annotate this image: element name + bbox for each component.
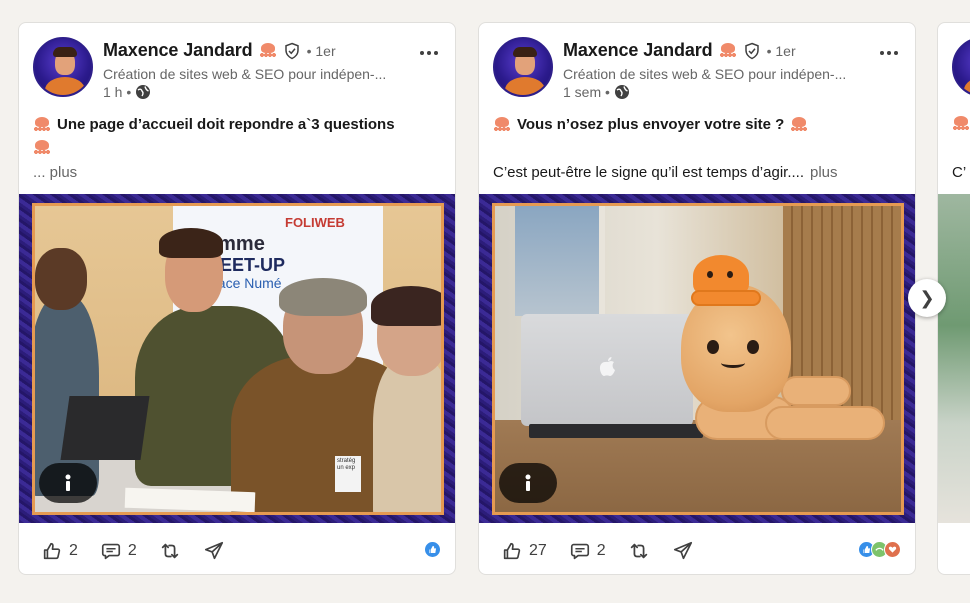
shield-check-icon	[284, 42, 299, 59]
like-reaction-icon	[424, 541, 441, 558]
octopus-emoji-icon	[33, 116, 51, 133]
globe-icon	[136, 85, 151, 99]
author-name[interactable]: Maxence Jandard	[103, 40, 253, 61]
post-text-line: C’est peut-être le signe qu’il est temps…	[493, 164, 804, 181]
carousel-next-button[interactable]: ❯	[908, 279, 946, 317]
author-name[interactable]: Maxence Jandard	[563, 40, 713, 61]
author-avatar[interactable]	[493, 37, 553, 97]
octopus-emoji-icon	[952, 116, 970, 132]
person	[373, 356, 441, 512]
social-actions: 27 2	[479, 536, 915, 566]
image-frame: gramme MEET-UP space Numé FOLIWEB straté…	[32, 203, 444, 515]
send-icon	[673, 541, 692, 560]
repost-icon	[161, 543, 179, 559]
octopus-emoji-icon	[790, 116, 808, 133]
post-text-line: Une page d’accueil doit repondre a`3 que…	[57, 116, 395, 133]
see-more-link[interactable]: plus	[810, 164, 838, 181]
info-button[interactable]	[39, 463, 97, 503]
author-headline: Création de sites web & SEO pour indépen…	[103, 66, 387, 82]
comment-icon	[101, 543, 120, 560]
reaction-summary[interactable]	[424, 541, 441, 558]
post-image[interactable]	[938, 194, 970, 523]
more-options-button[interactable]	[877, 43, 901, 63]
like-button[interactable]: 2	[41, 540, 78, 562]
octopus-emoji-icon	[493, 116, 511, 133]
shield-check-icon	[744, 42, 759, 59]
comment-icon	[570, 543, 589, 560]
author-avatar[interactable]	[952, 37, 970, 97]
social-actions: 2 2	[19, 536, 455, 566]
post-image[interactable]: gramme MEET-UP space Numé FOLIWEB straté…	[19, 194, 455, 523]
repost-button[interactable]	[159, 540, 181, 562]
post-text: C’est peut-être le signe qu’il est temps…	[493, 164, 838, 181]
post-time: 1 sem •	[563, 84, 610, 100]
like-button[interactable]: 27	[501, 540, 547, 562]
info-icon	[525, 474, 531, 491]
info-button[interactable]	[499, 463, 557, 503]
connection-degree: • 1er	[766, 42, 796, 59]
badge: stratég un exp	[335, 456, 361, 492]
octopus-emoji-icon	[33, 140, 51, 156]
post-text: Une page d’accueil doit repondre a`3 que…	[33, 116, 395, 133]
post-text-line: Vous n’osez plus envoyer votre site ?	[517, 116, 785, 133]
author-headline: Création de sites web & SEO pour indépen…	[563, 66, 847, 82]
send-icon	[204, 541, 223, 560]
octopus-emoji-icon	[259, 42, 277, 59]
love-reaction-icon	[884, 541, 901, 558]
like-count: 27	[529, 542, 547, 559]
octopus-emoji-icon	[719, 42, 737, 59]
laptop	[60, 396, 150, 460]
chevron-right-icon: ❯	[919, 287, 935, 309]
reaction-summary[interactable]	[858, 541, 901, 558]
post-text	[33, 140, 51, 156]
comment-button[interactable]: 2	[569, 540, 606, 562]
repost-icon	[630, 543, 647, 559]
connection-degree: • 1er	[306, 42, 336, 59]
author-avatar[interactable]	[33, 37, 93, 97]
info-icon	[65, 474, 71, 491]
more-options-button[interactable]	[417, 43, 441, 63]
image-frame	[492, 203, 904, 515]
post-text: C’	[952, 164, 966, 181]
window	[515, 206, 605, 316]
post-time: 1 h •	[103, 84, 132, 100]
post-text-line: C’	[952, 164, 967, 181]
post-text	[952, 116, 970, 132]
post-meta: 1 sem •	[563, 84, 630, 100]
see-more-link[interactable]: ... plus	[33, 164, 77, 181]
comment-count: 2	[596, 542, 606, 559]
post-meta: 1 h •	[103, 84, 151, 100]
thumbs-up-icon	[43, 542, 61, 560]
globe-icon	[614, 85, 629, 99]
post-text: ... plus	[33, 164, 77, 181]
comment-button[interactable]: 2	[100, 540, 137, 562]
like-count: 2	[69, 542, 78, 559]
post-image[interactable]	[479, 194, 915, 523]
send-button[interactable]	[672, 540, 694, 562]
thumbs-up-icon	[503, 542, 521, 560]
post-card[interactable]: Maxence Jandard • 1er Création de sites …	[18, 22, 456, 575]
comment-count: 2	[127, 542, 137, 559]
post-card[interactable]: Maxence Jandard • 1er Création de sites …	[478, 22, 916, 575]
repost-button[interactable]	[628, 540, 650, 562]
post-text: Vous n’osez plus envoyer votre site ?	[493, 116, 808, 133]
send-button[interactable]	[203, 540, 225, 562]
laptop	[521, 314, 693, 426]
